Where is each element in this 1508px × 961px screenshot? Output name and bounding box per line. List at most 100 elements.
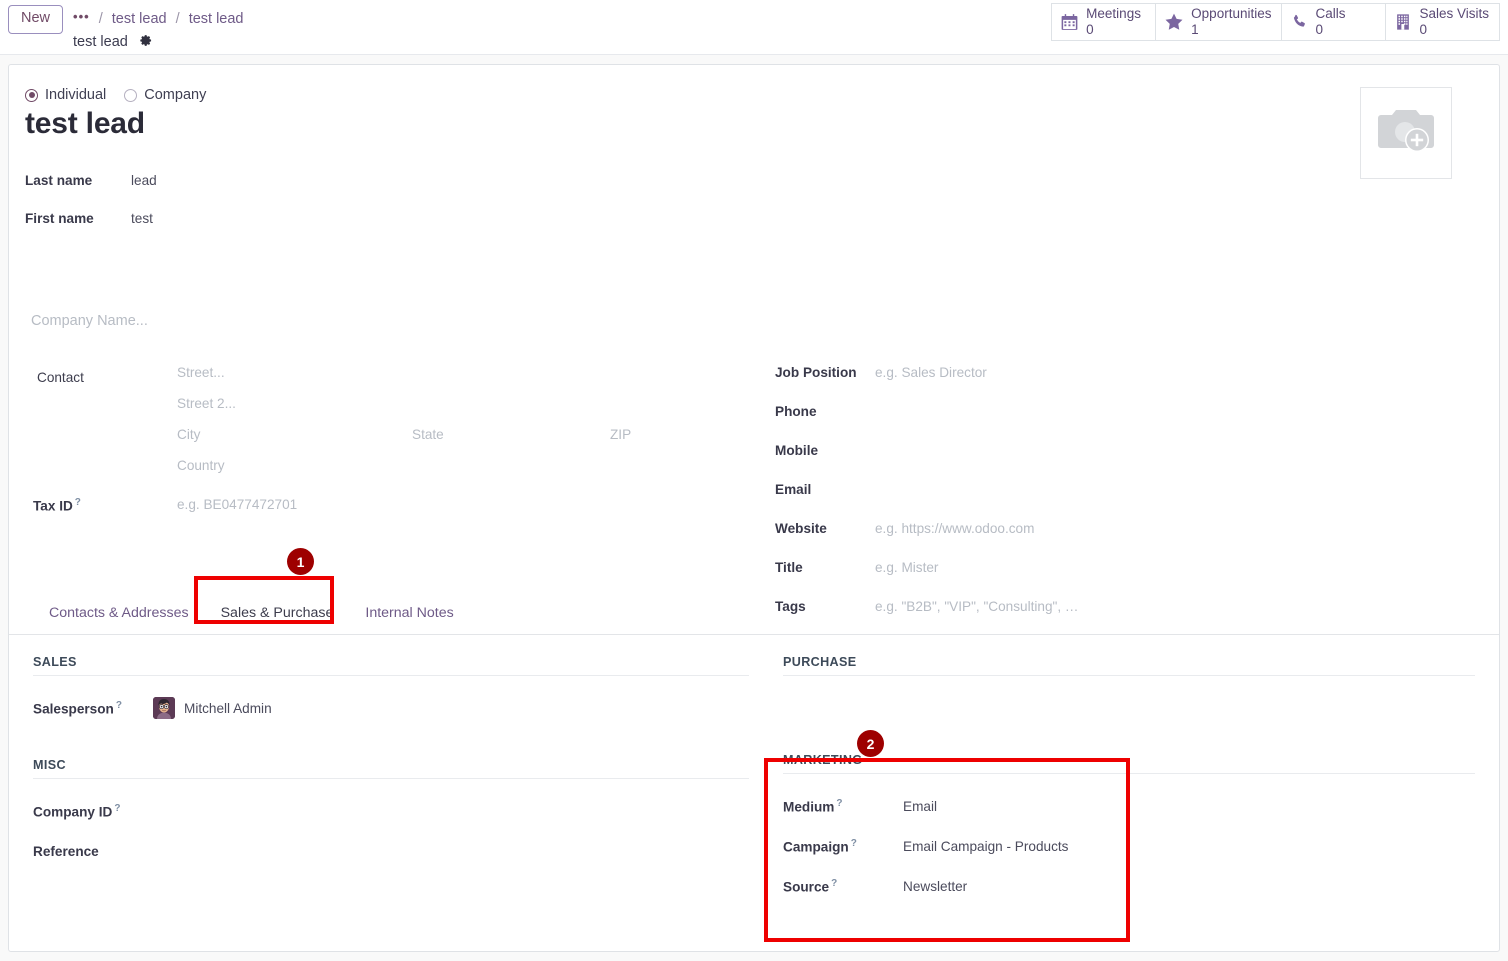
field-label-job-position: Job Position — [775, 365, 857, 380]
radio-individual-label: Individual — [45, 87, 107, 103]
building-icon — [1394, 13, 1412, 31]
address-street2-input[interactable]: Street 2... — [177, 396, 737, 427]
website-input[interactable]: e.g. https://www.odoo.com — [875, 521, 1034, 536]
address-city-input[interactable]: City — [177, 427, 412, 458]
field-salesperson[interactable]: Salesperson? Mitchell Admin — [33, 688, 749, 728]
record-form-sheet: Individual Company test lead Last name l… — [8, 64, 1500, 952]
breadcrumb-record-title: test lead — [73, 34, 128, 50]
field-reference[interactable]: Reference — [33, 831, 749, 871]
radio-individual-dot — [25, 88, 38, 102]
source-help-icon[interactable]: ? — [831, 878, 837, 889]
medium-value[interactable]: Email — [903, 799, 937, 814]
stat-label-meetings: Meetings — [1086, 6, 1141, 22]
campaign-help-icon[interactable]: ? — [851, 838, 857, 849]
section-title-sales: SALES — [33, 655, 749, 676]
stat-value-sales-visits: 0 — [1419, 22, 1427, 37]
address-country-input[interactable]: Country — [177, 458, 737, 489]
field-company-id[interactable]: Company ID? — [33, 791, 749, 831]
medium-help-icon[interactable]: ? — [836, 798, 842, 809]
new-button[interactable]: New — [8, 5, 64, 34]
stat-buttons: Meetings 0 Opportunities 1 Calls 0 Sales… — [1051, 3, 1500, 41]
radio-company[interactable]: Company — [124, 87, 206, 103]
field-mobile[interactable]: Mobile — [775, 443, 1415, 482]
avatar-upload[interactable] — [1360, 87, 1452, 179]
field-email[interactable]: Email — [775, 482, 1415, 521]
field-value-last-name[interactable]: lead — [131, 173, 157, 188]
field-value-first-name[interactable]: test — [131, 211, 153, 226]
field-label-tax-id-text: Tax ID — [33, 498, 73, 514]
breadcrumb-overflow-icon[interactable]: ••• — [73, 9, 90, 24]
stat-value-meetings: 0 — [1086, 22, 1094, 37]
radio-company-dot — [124, 88, 138, 102]
address-zip-input[interactable]: ZIP — [610, 427, 631, 458]
field-campaign[interactable]: Campaign? Email Campaign - Products — [783, 826, 1475, 866]
field-label-campaign-text: Campaign — [783, 839, 849, 855]
marketing-section: MARKETING Medium? Email Campaign? Email … — [783, 753, 1475, 906]
phone-icon — [1290, 13, 1308, 31]
field-phone[interactable]: Phone — [775, 404, 1415, 443]
radio-individual[interactable]: Individual — [25, 87, 106, 103]
title-input[interactable]: e.g. Mister — [875, 560, 938, 575]
field-label-reference: Reference — [33, 843, 99, 859]
field-website[interactable]: Website e.g. https://www.odoo.com — [775, 521, 1415, 560]
control-panel: New ••• / test lead / test lead test lea… — [0, 0, 1508, 55]
stat-button-sales-visits[interactable]: Sales Visits 0 — [1385, 3, 1500, 41]
salesperson-value[interactable]: Mitchell Admin — [184, 701, 272, 716]
section-title-misc: MISC — [33, 758, 749, 779]
camera-add-icon — [1375, 106, 1437, 161]
stat-button-calls[interactable]: Calls 0 — [1281, 3, 1386, 41]
control-panel-left: New ••• / test lead / test lead test lea… — [8, 5, 244, 55]
breadcrumb-item-1[interactable]: test lead — [112, 11, 167, 27]
star-icon — [1164, 12, 1184, 32]
field-label-campaign: Campaign? — [783, 838, 903, 855]
campaign-value[interactable]: Email Campaign - Products — [903, 839, 1068, 854]
section-title-purchase: PURCHASE — [783, 655, 1475, 676]
radio-company-label: Company — [144, 87, 207, 103]
company-id-help-icon[interactable]: ? — [114, 803, 120, 814]
job-position-input[interactable]: e.g. Sales Director — [875, 365, 987, 380]
field-job-position[interactable]: Job Position e.g. Sales Director — [775, 365, 1415, 404]
stat-label-sales-visits: Sales Visits — [1419, 6, 1489, 22]
field-label-source-text: Source — [783, 879, 830, 895]
field-first-name[interactable]: First name test — [25, 211, 153, 226]
stat-label-opportunities: Opportunities — [1191, 6, 1272, 22]
field-last-name[interactable]: Last name lead — [25, 173, 157, 188]
field-medium[interactable]: Medium? Email — [783, 786, 1475, 826]
address-state-input[interactable]: State — [412, 427, 610, 458]
field-label-website: Website — [775, 521, 827, 536]
tab-pane-right-column: PURCHASE MARKETING Medium? Email Campaig… — [783, 655, 1475, 906]
tab-internal-notes[interactable]: Internal Notes — [349, 605, 469, 635]
field-label-company-id: Company ID? — [33, 803, 153, 820]
stat-button-opportunities[interactable]: Opportunities 1 — [1155, 3, 1282, 41]
field-label-medium: Medium? — [783, 798, 903, 815]
stat-value-calls: 0 — [1315, 22, 1323, 37]
address-street-input[interactable]: Street... — [177, 365, 737, 396]
field-source[interactable]: Source? Newsletter — [783, 866, 1475, 906]
tab-pane-left-column: SALES Salesperson? Mitchell Admin MISC C… — [33, 655, 749, 871]
field-label-title: Title — [775, 560, 803, 575]
stat-button-meetings[interactable]: Meetings 0 — [1051, 3, 1156, 41]
gear-icon[interactable] — [138, 33, 153, 55]
company-name-input[interactable]: Company Name... — [31, 313, 148, 329]
field-label-phone: Phone — [775, 404, 817, 419]
field-label-last-name: Last name — [25, 173, 93, 188]
tab-contacts-addresses[interactable]: Contacts & Addresses — [33, 605, 205, 635]
section-title-marketing: MARKETING — [783, 753, 1475, 774]
source-value[interactable]: Newsletter — [903, 879, 967, 894]
calendar-icon — [1060, 13, 1079, 32]
tab-sales-purchase[interactable]: Sales & Purchase — [205, 605, 350, 635]
contact-type-radio-group: Individual Company — [25, 87, 206, 103]
page-title: test lead — [25, 107, 145, 140]
breadcrumb-item-2[interactable]: test lead — [189, 11, 244, 27]
field-label-contact: Contact — [37, 370, 84, 385]
tax-id-input[interactable]: e.g. BE0477472701 — [177, 497, 297, 512]
field-label-mobile: Mobile — [775, 443, 819, 458]
notebook-tabs: Contacts & Addresses Sales & Purchase In… — [9, 590, 1499, 635]
field-label-email: Email — [775, 482, 812, 497]
field-label-medium-text: Medium — [783, 799, 835, 815]
tax-id-help-icon[interactable]: ? — [75, 497, 81, 508]
avatar — [153, 697, 175, 719]
salesperson-help-icon[interactable]: ? — [116, 700, 122, 711]
field-label-salesperson: Salesperson? — [33, 700, 153, 717]
field-label-source: Source? — [783, 878, 903, 895]
